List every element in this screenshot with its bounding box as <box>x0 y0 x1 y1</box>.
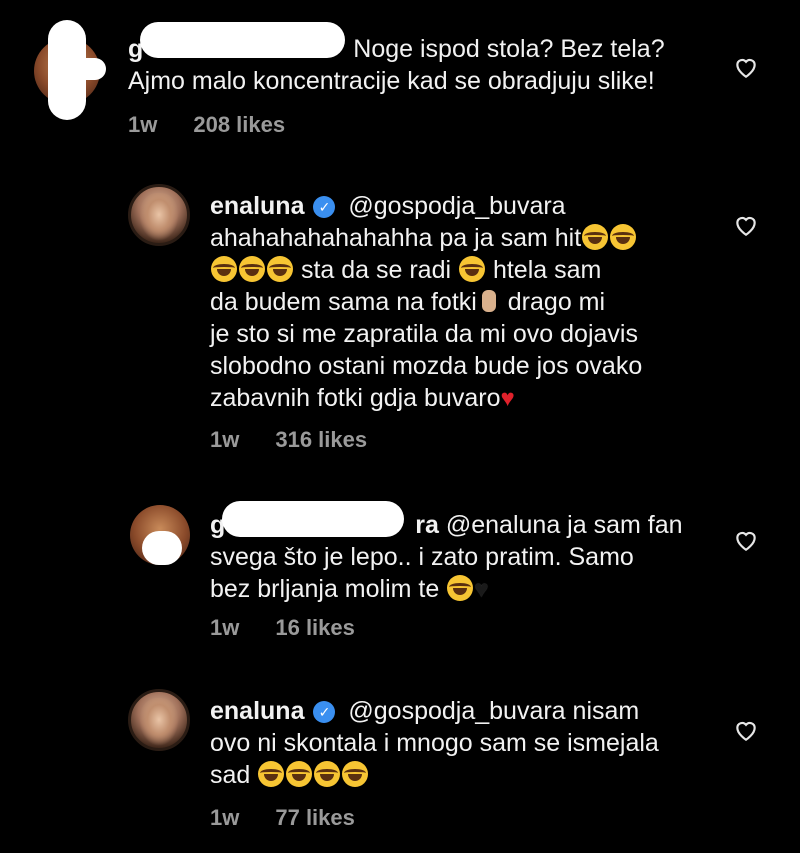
comment-username[interactable]: enaluna <box>210 697 304 725</box>
face-with-tears-of-joy-emoji <box>211 256 237 282</box>
comment-body-line: ovo ni skontala i mnogo sam se ismejala <box>210 729 659 757</box>
red-heart-emoji: ♥ <box>500 385 515 412</box>
comment-body-line: bez brljanja molim te <box>210 575 440 603</box>
victory-hand-emoji <box>478 288 500 314</box>
face-with-tears-of-joy-emoji <box>447 575 474 601</box>
heart-outline-icon[interactable] <box>733 717 759 743</box>
face-with-tears-of-joy-emoji <box>342 761 369 787</box>
heart-outline-icon[interactable] <box>733 212 759 238</box>
comment-body-line: nisam <box>572 697 640 725</box>
face-with-tears-of-joy-emoji <box>314 761 341 787</box>
black-heart-emoji: ♥ <box>474 576 489 603</box>
face-with-tears-of-joy-emoji <box>267 256 293 282</box>
comment-body-line: zabavnih fotki gdja buvaro <box>210 384 501 412</box>
comment-body-line: Ajmo malo koncentracije kad se obradjuju… <box>128 67 655 95</box>
comment-body-line: drago mi <box>507 288 606 316</box>
mention-link[interactable]: @enaluna ja sam fan <box>446 511 683 539</box>
face-with-tears-of-joy-emoji <box>286 761 313 787</box>
face-with-tears-of-joy-emoji <box>582 224 609 250</box>
redaction-mark <box>222 501 404 537</box>
comment-body-line: slobodno ostani mozda bude jos ovako <box>210 352 643 380</box>
comment-time: 1w <box>210 615 240 640</box>
comment-meta: 1w 16 likes <box>210 615 391 641</box>
comment-body-line: ahahahahahahahha pa ja sam hit <box>210 224 582 252</box>
like-count[interactable]: 208 likes <box>193 112 285 137</box>
comment-body-line: sta da se radi <box>300 256 452 284</box>
comment-2: enaluna ✓ @gospodja_buvara ahahahahahaha… <box>0 180 800 470</box>
mention-link[interactable]: @gospodja_buvara <box>348 192 565 220</box>
redaction-mark <box>140 22 345 58</box>
comment-4: enaluna ✓ @gospodja_buvara nisam ovo ni … <box>0 685 800 845</box>
comment-meta: 1w 77 likes <box>210 805 391 831</box>
comment-body-line: Noge ispod stola? Bez tela? <box>353 35 665 63</box>
comment-1: g Noge ispod stola? Bez tela? Ajmo malo k… <box>0 0 800 150</box>
face-with-tears-of-joy-emoji <box>610 224 637 250</box>
comment-time: 1w <box>210 427 240 452</box>
comment-body-line: je sto si me zapratila da mi ovo dojavis <box>210 320 638 348</box>
like-count[interactable]: 77 likes <box>275 805 355 830</box>
verified-badge-icon: ✓ <box>313 196 336 218</box>
mention-link[interactable]: @gospodja_buvara <box>348 697 565 725</box>
redaction-mark <box>142 531 182 565</box>
comment-3: g ra @enaluna ja sam fan svega što je lep… <box>0 495 800 655</box>
comment-username[interactable]: ra <box>415 511 439 539</box>
comment-text: enaluna ✓ @gospodja_buvara nisam ovo ni … <box>210 695 659 791</box>
comment-text: enaluna ✓ @gospodja_buvara ahahahahahaha… <box>210 190 642 415</box>
comment-body-line: sad <box>210 761 251 789</box>
comment-body-line: da budem sama na fotki <box>210 288 477 316</box>
comment-username[interactable]: enaluna <box>210 192 304 220</box>
face-with-tears-of-joy-emoji <box>459 256 485 282</box>
comment-meta: 1w 316 likes <box>210 427 403 453</box>
avatar[interactable] <box>128 689 190 751</box>
like-count[interactable]: 16 likes <box>275 615 355 640</box>
comment-time: 1w <box>210 805 240 830</box>
face-with-tears-of-joy-emoji <box>239 256 265 282</box>
heart-outline-icon[interactable] <box>733 527 759 553</box>
like-count[interactable]: 316 likes <box>275 427 367 452</box>
comment-meta: 1w 208 likes <box>128 112 321 138</box>
comment-time: 1w <box>128 112 158 137</box>
redaction-mark <box>72 58 106 80</box>
verified-badge-icon: ✓ <box>313 701 336 723</box>
comment-body-line: htela sam <box>492 256 602 284</box>
avatar[interactable] <box>128 184 190 246</box>
comment-body-line: svega što je lepo.. i zato pratim. Samo <box>210 543 634 571</box>
face-with-tears-of-joy-emoji <box>258 761 285 787</box>
heart-outline-icon[interactable] <box>733 54 759 80</box>
